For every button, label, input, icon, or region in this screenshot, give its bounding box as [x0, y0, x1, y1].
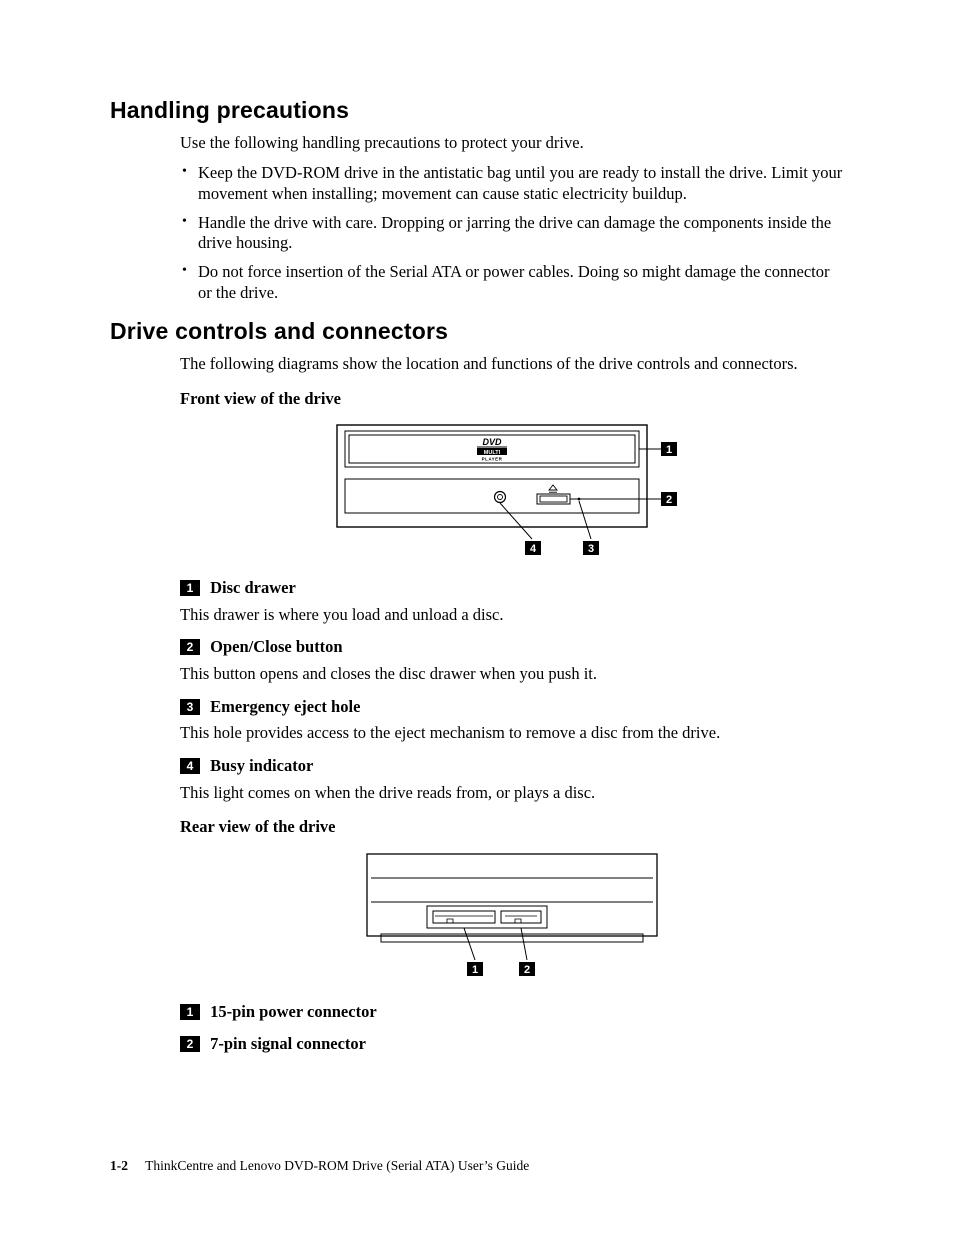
callout-number-icon: 1 — [180, 1004, 200, 1020]
connectors-intro: The following diagrams show the location… — [180, 354, 844, 375]
rear-view-title: Rear view of the drive — [180, 817, 844, 838]
callout-3-title: 3 Emergency eject hole — [180, 697, 844, 718]
callout-4-desc: This light comes on when the drive reads… — [180, 783, 844, 804]
rear-callout-1-label: 15-pin power connector — [210, 1002, 377, 1021]
section-handling-precautions: Use the following handling precautions t… — [180, 133, 844, 303]
dvd-logo-top: DVD — [482, 437, 502, 447]
rear-callout-2-title: 2 7-pin signal connector — [180, 1034, 844, 1055]
rear-callout-2-label: 7-pin signal connector — [210, 1034, 366, 1053]
page-number: 1-2 — [110, 1158, 128, 1173]
diagram-callout-2: 2 — [666, 494, 672, 506]
callout-4-title: 4 Busy indicator — [180, 756, 844, 777]
callout-3-desc: This hole provides access to the eject m… — [180, 723, 844, 744]
precautions-item: Handle the drive with care. Dropping or … — [180, 213, 844, 254]
callout-2-label: Open/Close button — [210, 637, 342, 656]
callout-2-desc: This button opens and closes the disc dr… — [180, 664, 844, 685]
callout-1-title: 1 Disc drawer — [180, 578, 844, 599]
rear-view-diagram: 1 2 — [357, 848, 667, 988]
diagram-rear-callout-1: 1 — [472, 964, 478, 976]
diagram-callout-3: 3 — [588, 543, 594, 555]
precautions-item: Keep the DVD-ROM drive in the antistatic… — [180, 163, 844, 204]
document-page: Handling precautions Use the following h… — [0, 0, 954, 1235]
precautions-list: Keep the DVD-ROM drive in the antistatic… — [180, 163, 844, 303]
rear-callout-1-title: 1 15-pin power connector — [180, 1002, 844, 1023]
callout-number-icon: 2 — [180, 639, 200, 655]
callout-number-icon: 2 — [180, 1036, 200, 1052]
dvd-logo-bot: PLAYER — [482, 457, 503, 462]
precautions-intro: Use the following handling precautions t… — [180, 133, 844, 154]
front-view-diagram: DVD MULTI PLAYER 1 2 — [327, 419, 697, 564]
precautions-item: Do not force insertion of the Serial ATA… — [180, 262, 844, 303]
callout-1-desc: This drawer is where you load and unload… — [180, 605, 844, 626]
front-view-title: Front view of the drive — [180, 389, 844, 410]
page-footer: 1-2 ThinkCentre and Lenovo DVD-ROM Drive… — [110, 1158, 529, 1175]
heading-handling-precautions: Handling precautions — [110, 96, 844, 125]
callout-number-icon: 4 — [180, 758, 200, 774]
callout-number-icon: 1 — [180, 580, 200, 596]
footer-title: ThinkCentre and Lenovo DVD-ROM Drive (Se… — [145, 1158, 529, 1173]
callout-1-label: Disc drawer — [210, 578, 296, 597]
section-drive-controls: The following diagrams show the location… — [180, 354, 844, 1055]
diagram-callout-1: 1 — [666, 444, 672, 456]
heading-drive-controls-connectors: Drive controls and connectors — [110, 317, 844, 346]
callout-3-label: Emergency eject hole — [210, 697, 360, 716]
callout-2-title: 2 Open/Close button — [180, 637, 844, 658]
diagram-callout-4: 4 — [530, 543, 537, 555]
diagram-rear-callout-2: 2 — [524, 964, 530, 976]
callout-number-icon: 3 — [180, 699, 200, 715]
callout-4-label: Busy indicator — [210, 756, 313, 775]
dvd-logo-mid: MULTI — [484, 450, 501, 456]
